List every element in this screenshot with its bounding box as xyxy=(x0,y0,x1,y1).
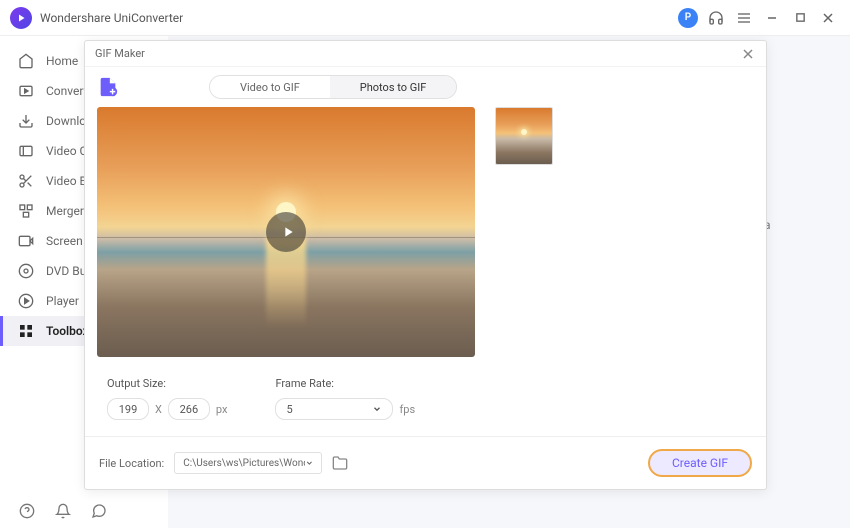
play-button[interactable] xyxy=(266,212,306,252)
compress-icon xyxy=(18,143,34,159)
folder-icon[interactable] xyxy=(332,455,348,471)
help-icon[interactable] xyxy=(18,502,36,520)
modal-title: GIF Maker xyxy=(95,47,145,60)
tab-photos-to-gif[interactable]: Photos to GIF xyxy=(330,76,457,98)
file-location-label: File Location: xyxy=(99,457,164,470)
titlebar: Wondershare UniConverter P xyxy=(0,0,850,36)
output-width-input[interactable] xyxy=(107,398,149,420)
download-icon xyxy=(18,113,34,129)
add-file-button[interactable] xyxy=(97,76,119,98)
output-height-input[interactable] xyxy=(168,398,210,420)
x-separator: X xyxy=(155,403,162,416)
headphones-icon[interactable] xyxy=(704,6,728,30)
file-location-select[interactable]: C:\Users\ws\Pictures\Wonders xyxy=(174,452,322,474)
bottom-bar xyxy=(18,502,108,520)
tab-segment: Video to GIF Photos to GIF xyxy=(209,75,457,99)
gif-maker-modal: GIF Maker Video to GIF Photos to GIF Ou xyxy=(84,40,767,490)
scissors-icon xyxy=(18,173,34,189)
close-icon[interactable] xyxy=(740,46,756,62)
maximize-button[interactable] xyxy=(788,6,812,30)
frame-rate-select[interactable]: 5 xyxy=(275,398,393,420)
output-size-label: Output Size: xyxy=(107,377,227,390)
toolbox-icon xyxy=(18,323,34,339)
chevron-down-icon xyxy=(372,404,382,414)
tab-video-to-gif[interactable]: Video to GIF xyxy=(210,76,330,98)
app-logo xyxy=(10,7,32,29)
app-title: Wondershare UniConverter xyxy=(40,11,183,25)
disc-icon xyxy=(18,263,34,279)
merge-icon xyxy=(18,203,34,219)
thumbnail-list xyxy=(495,107,553,357)
feedback-icon[interactable] xyxy=(90,502,108,520)
bell-icon[interactable] xyxy=(54,502,72,520)
frame-rate-label: Frame Rate: xyxy=(275,377,415,390)
converter-icon xyxy=(18,83,34,99)
minimize-button[interactable] xyxy=(760,6,784,30)
sidebar-item-label: Home xyxy=(46,54,78,68)
sidebar-item-label: Toolbox xyxy=(46,324,89,338)
sidebar-item-label: Merger xyxy=(46,204,84,218)
preview-image xyxy=(97,107,475,357)
avatar[interactable]: P xyxy=(676,6,700,30)
px-unit: px xyxy=(216,403,228,416)
menu-icon[interactable] xyxy=(732,6,756,30)
close-button[interactable] xyxy=(816,6,840,30)
create-gif-button[interactable]: Create GIF xyxy=(648,449,752,477)
chevron-down-icon xyxy=(305,458,314,468)
record-icon xyxy=(18,233,34,249)
play-icon xyxy=(18,293,34,309)
sidebar-item-label: Player xyxy=(46,294,79,308)
fps-unit: fps xyxy=(399,403,415,416)
home-icon xyxy=(18,53,34,69)
thumbnail[interactable] xyxy=(495,107,553,165)
